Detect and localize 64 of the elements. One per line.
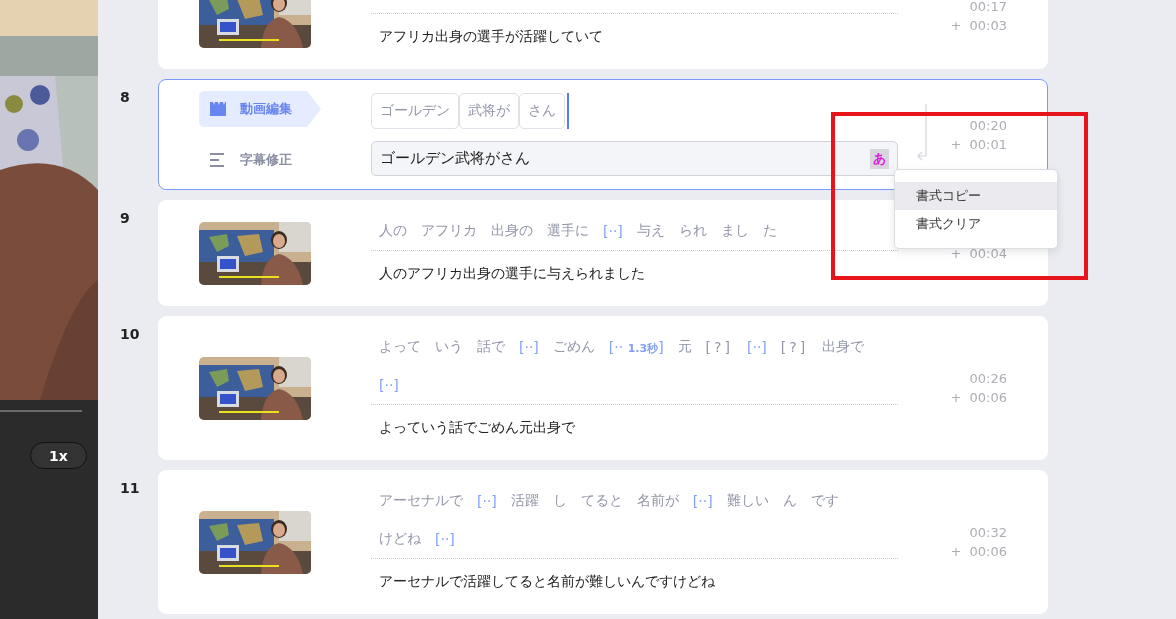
row-number: 10 bbox=[120, 326, 140, 342]
word-chip[interactable]: さん bbox=[519, 93, 565, 129]
word-chip[interactable]: ゴールデン bbox=[371, 93, 459, 129]
word-token[interactable]: 選手に bbox=[547, 222, 589, 240]
segment-card[interactable]: アフリカ出身の選手が活躍していて 00:17 + 00:03 bbox=[158, 0, 1048, 69]
duration-time: + 00:03 bbox=[950, 17, 1007, 34]
duration-time: + 00:06 bbox=[950, 543, 1007, 560]
pause-marker[interactable]: [··] bbox=[435, 531, 455, 547]
pause-marker[interactable]: [··] bbox=[519, 339, 539, 355]
word-token[interactable]: まし bbox=[720, 222, 749, 240]
subtitle-text: 人のアフリカ出身の選手に与えられました bbox=[379, 265, 645, 283]
word-token[interactable]: アフリカ bbox=[421, 222, 477, 240]
pause-marker[interactable]: [··] bbox=[746, 339, 767, 355]
pause-marker[interactable]: [·· 1.3秒] bbox=[608, 338, 664, 356]
word-token[interactable]: 与え bbox=[636, 222, 665, 240]
word-token[interactable]: ん bbox=[782, 492, 797, 510]
row-number: 11 bbox=[120, 480, 140, 496]
word-token[interactable]: アーセナルで bbox=[379, 492, 463, 510]
word-token[interactable]: 出身の bbox=[491, 222, 533, 240]
word-token[interactable]: です bbox=[810, 492, 839, 510]
start-time: 00:32 bbox=[969, 524, 1007, 541]
word-token[interactable]: られ bbox=[678, 222, 707, 240]
duration-time: + 00:01 bbox=[950, 135, 1007, 153]
start-time: 00:20 bbox=[969, 116, 1007, 134]
duration-time: + 00:06 bbox=[950, 389, 1007, 406]
row-number: 8 bbox=[120, 89, 130, 105]
lines-icon bbox=[210, 153, 226, 167]
subtitle-input[interactable]: ゴールデン武将がさん あ bbox=[371, 141, 898, 176]
word-token[interactable]: けどね bbox=[379, 530, 421, 548]
mode-tab[interactable]: 字幕修正 bbox=[199, 142, 321, 178]
word-token[interactable]: た bbox=[762, 222, 777, 240]
unknown-marker[interactable]: [?] bbox=[780, 339, 809, 355]
subtitle-text: よっていう話でごめん元出身で bbox=[379, 419, 575, 437]
word-token[interactable]: 人の bbox=[379, 222, 407, 240]
ime-indicator[interactable]: あ bbox=[870, 148, 889, 169]
pause-marker[interactable]: [··] bbox=[603, 223, 623, 239]
word-token[interactable]: 話で bbox=[477, 338, 505, 356]
clapper-icon bbox=[210, 102, 226, 116]
word-token[interactable]: ごめん bbox=[552, 338, 595, 356]
pause-marker[interactable]: [··] bbox=[692, 493, 713, 509]
subtitle-text: アーセナルで活躍してると名前が難しいんですけどね bbox=[379, 573, 715, 591]
mode-tab[interactable]: 動画編集 bbox=[199, 91, 321, 127]
start-time: 00:17 bbox=[969, 0, 1007, 15]
word-token[interactable]: いう bbox=[435, 338, 463, 356]
word-token[interactable]: 出身で bbox=[822, 338, 865, 356]
start-time: 00:26 bbox=[969, 370, 1007, 387]
word-token[interactable]: し bbox=[552, 492, 567, 510]
segment-card[interactable]: アーセナルで [··] 活躍 し てると 名前が [··] 難しい ん です けどね [··] アーセナルで活躍してると名前が難しいんですけどね 00:32 + 00:06 bbox=[158, 470, 1048, 614]
word-token[interactable]: 元 bbox=[677, 338, 692, 356]
word-token[interactable]: 活躍 bbox=[510, 492, 539, 510]
pause-marker[interactable]: [··] bbox=[379, 377, 399, 393]
word-token[interactable]: 名前が bbox=[636, 492, 679, 510]
row-number: 9 bbox=[120, 210, 130, 226]
speed-button[interactable]: 1x bbox=[30, 442, 87, 469]
menu-item[interactable]: 書式コピー bbox=[895, 182, 1057, 210]
subtitle-text: アフリカ出身の選手が活躍していて bbox=[379, 28, 603, 46]
word-token[interactable]: よって bbox=[379, 338, 421, 356]
segment-card[interactable]: よって いう 話で [··] ごめん [·· 1.3秒] 元 [?] [··] [?] 出身で [··] よっていう話でごめん元出身で 00:26 + 00:06 bbox=[158, 316, 1048, 460]
word-token[interactable]: てると bbox=[580, 492, 623, 510]
pause-marker[interactable]: [··] bbox=[477, 493, 497, 509]
unknown-marker[interactable]: [?] bbox=[705, 339, 733, 355]
word-chip[interactable]: 武将が bbox=[459, 93, 519, 129]
text-cursor bbox=[567, 93, 569, 129]
word-token[interactable]: 難しい bbox=[726, 492, 769, 510]
